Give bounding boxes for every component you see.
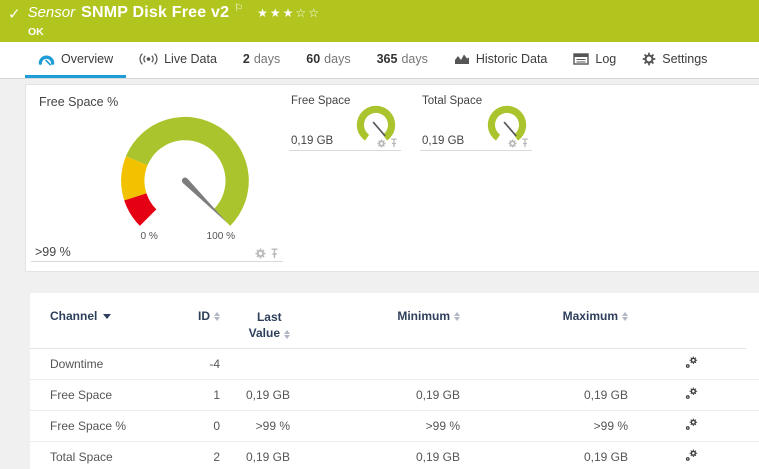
channel-table: Channel ID Last Value Minimum Maximum Do… [30, 300, 759, 469]
column-header-last-value[interactable]: Last Value [228, 300, 298, 350]
tab-historic-data[interactable]: Historic Data [441, 42, 561, 78]
sort-arrows-icon [214, 312, 220, 322]
area-chart-icon [454, 53, 470, 65]
channel-last-value: >99 % [228, 410, 298, 443]
tab-live-data[interactable]: Live Data [126, 42, 230, 78]
gauge-widget-total-space: Total Space 0,19 GB [420, 94, 532, 151]
channel-maximum [468, 348, 636, 381]
channel-minimum: 0,19 GB [298, 379, 468, 412]
tab-overview[interactable]: Overview [25, 42, 127, 78]
table-row-downtime: Downtime -4 [30, 348, 759, 381]
channel-maximum: >99 % [468, 410, 636, 443]
tab-number: 365 [376, 51, 398, 66]
column-header-maximum[interactable]: Maximum [468, 300, 636, 350]
channel-id: 1 [180, 379, 228, 412]
free-space-pct-gauge: 0 % 100 % [121, 116, 249, 242]
sensor-header: ✓ Sensor SNMP Disk Free v2 ⚐ ★★★☆☆ OK [0, 0, 759, 42]
tab-bar: Overview Live Data 2 days 60 days 365 da… [0, 42, 759, 79]
channel-name: Downtime [30, 348, 180, 381]
channel-settings-gears-icon[interactable] [685, 356, 698, 369]
channel-last-value: 0,19 GB [228, 379, 298, 412]
tab-60-days[interactable]: 60 days [293, 42, 363, 78]
sort-caret-icon [103, 314, 112, 320]
broadcast-icon [139, 52, 158, 66]
gauge-icon [38, 52, 55, 66]
widget-settings-gear-icon[interactable] [508, 139, 517, 148]
tab-label: Live Data [164, 51, 217, 66]
table-header-row: Channel ID Last Value Minimum Maximum [30, 300, 759, 350]
channel-minimum [298, 348, 468, 381]
tab-365-days[interactable]: 365 days [364, 42, 441, 78]
gauge-value: 0,19 GB [291, 135, 334, 147]
overview-content: Free Space % 0 % 100 % >99 % Free Space … [0, 79, 759, 469]
tab-label: days [324, 51, 351, 66]
channel-maximum: 0,19 GB [468, 441, 636, 469]
channel-settings-gears-icon[interactable] [685, 418, 698, 431]
channel-table-panel: Channel ID Last Value Minimum Maximum Do… [30, 293, 759, 469]
widget-pin-icon[interactable] [270, 248, 279, 259]
channel-name: Total Space [30, 441, 180, 469]
sensor-page: ✓ Sensor SNMP Disk Free v2 ⚐ ★★★☆☆ OK Ov… [0, 0, 759, 469]
column-header-minimum[interactable]: Minimum [298, 300, 468, 350]
table-row-free-space: Free Space 1 0,19 GB 0,19 GB 0,19 GB [30, 379, 759, 412]
widget-settings-gear-icon[interactable] [255, 248, 266, 259]
table-row-total-space: Total Space 2 0,19 GB 0,19 GB 0,19 GB [30, 441, 759, 469]
tab-label: Overview [61, 51, 114, 66]
gauge-widget-free-space: Free Space 0,19 GB [289, 94, 401, 151]
tab-2-days[interactable]: 2 days [230, 42, 293, 78]
widget-settings-gear-icon[interactable] [377, 139, 386, 148]
log-window-icon [573, 52, 590, 65]
channel-name: Free Space [30, 379, 180, 412]
tab-number: 60 [306, 51, 321, 66]
tab-label: days [253, 51, 281, 66]
priority-flag-icon[interactable]: ⚐ [234, 3, 243, 14]
sensor-status-badge: OK [28, 26, 44, 38]
channel-id: -4 [180, 348, 228, 381]
status-ok-check-icon: ✓ [8, 6, 21, 23]
sort-arrows-icon [454, 312, 460, 322]
channel-minimum: >99 % [298, 410, 468, 443]
tab-label: Historic Data [475, 51, 548, 66]
gauges-panel: Free Space % 0 % 100 % >99 % Free Space … [25, 84, 759, 272]
priority-stars[interactable]: ★★★☆☆ [257, 6, 321, 20]
table-row-free-space-pct: Free Space % 0 >99 % >99 % >99 % [30, 410, 759, 443]
sort-arrows-icon [284, 329, 290, 339]
sensor-title: SNMP Disk Free v2 [81, 4, 230, 21]
column-header-channel[interactable]: Channel [30, 300, 180, 350]
gauge-value: >99 % [35, 245, 71, 259]
channel-last-value [228, 348, 298, 381]
tab-label: Settings [662, 51, 708, 66]
tab-log[interactable]: Log [560, 42, 629, 78]
tab-settings[interactable]: Settings [629, 42, 720, 78]
gauge-widget-free-space-pct: Free Space % 0 % 100 % >99 % [31, 90, 283, 262]
channel-settings-gears-icon[interactable] [685, 387, 698, 400]
channel-id: 0 [180, 410, 228, 443]
channel-name: Free Space % [30, 410, 180, 443]
gauge-scale-min: 0 % [140, 231, 157, 242]
column-header-id[interactable]: ID [180, 300, 228, 350]
sort-arrows-icon [622, 312, 628, 322]
gear-icon [642, 52, 656, 66]
tab-number: 2 [242, 51, 250, 66]
object-kind-label: Sensor [27, 4, 76, 21]
channel-minimum: 0,19 GB [298, 441, 468, 469]
widget-pin-icon[interactable] [521, 138, 529, 148]
column-header-actions [636, 300, 746, 350]
tab-label: Log [595, 51, 617, 66]
channel-id: 2 [180, 441, 228, 469]
tab-label: days [401, 51, 428, 66]
gauge-title: Free Space % [39, 95, 119, 109]
channel-last-value: 0,19 GB [228, 441, 298, 469]
widget-pin-icon[interactable] [390, 138, 398, 148]
channel-maximum: 0,19 GB [468, 379, 636, 412]
gauge-value: 0,19 GB [422, 135, 465, 147]
channel-settings-gears-icon[interactable] [685, 449, 698, 462]
gauge-scale-max: 100 % [207, 231, 236, 242]
